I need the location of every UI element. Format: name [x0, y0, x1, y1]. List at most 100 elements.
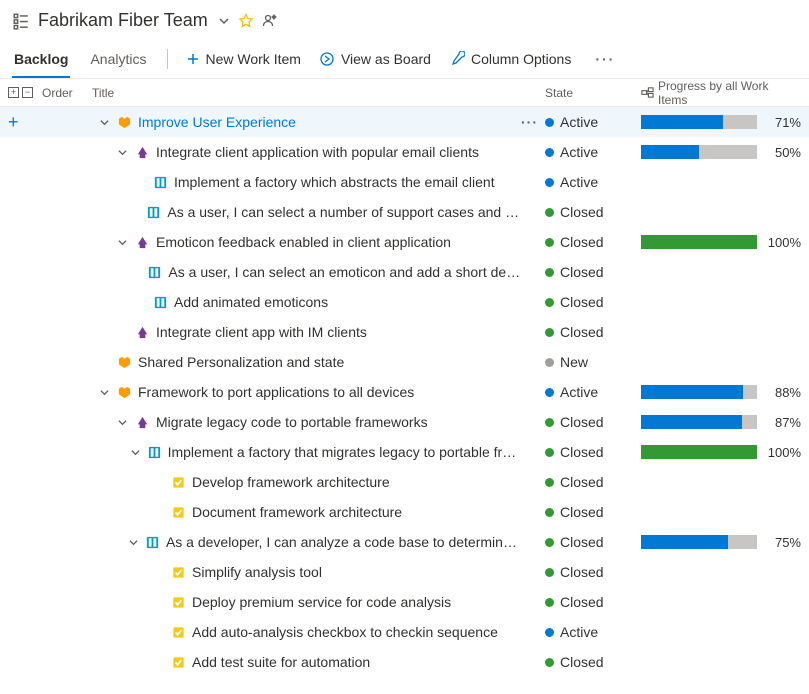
state-cell: Active [545, 384, 641, 400]
expander-icon[interactable] [116, 238, 128, 247]
work-item-row[interactable]: As a developer, I can analyze a code bas… [0, 527, 809, 557]
progress-bar [641, 415, 757, 429]
feature-icon [134, 235, 150, 250]
state-label: Active [560, 114, 598, 130]
col-state[interactable]: State [545, 86, 641, 100]
more-actions-button[interactable]: ··· [589, 51, 621, 67]
state-dot-icon [545, 508, 554, 517]
progress-percent: 100% [763, 235, 801, 250]
column-options-button[interactable]: Column Options [449, 51, 571, 67]
add-child-icon[interactable]: + [8, 112, 19, 133]
work-item-title[interactable]: As a user, I can select an emoticon and … [168, 264, 521, 280]
row-more-actions[interactable]: ··· [521, 114, 545, 130]
state-cell: Active [545, 144, 641, 160]
state-label: Closed [560, 444, 604, 460]
work-item-title[interactable]: Implement a factory that migrates legacy… [168, 444, 521, 460]
expander-icon[interactable] [129, 538, 139, 547]
work-item-title[interactable]: Implement a factory which abstracts the … [174, 174, 495, 190]
work-item-title[interactable]: As a user, I can select a number of supp… [167, 204, 521, 220]
team-dropdown-chevron[interactable] [218, 15, 230, 27]
state-dot-icon [545, 238, 554, 247]
epic-icon [116, 115, 132, 130]
state-cell: New [545, 354, 641, 370]
expander-icon[interactable] [130, 448, 141, 457]
expand-collapse-all[interactable]: + − [8, 87, 42, 98]
work-item-title[interactable]: Simplify analysis tool [192, 564, 322, 580]
work-item-title[interactable]: Integrate client application with popula… [156, 144, 479, 160]
state-label: Closed [560, 534, 604, 550]
work-item-row[interactable]: Emoticon feedback enabled in client appl… [0, 227, 809, 257]
state-cell: Closed [545, 414, 641, 430]
task-icon [170, 655, 186, 670]
favorite-star-icon[interactable] [238, 13, 254, 29]
state-cell: Closed [545, 534, 641, 550]
work-item-row[interactable]: Document framework architectureClosed [0, 497, 809, 527]
work-item-row[interactable]: Add auto-analysis checkbox to checkin se… [0, 617, 809, 647]
state-dot-icon [545, 328, 554, 337]
work-item-title[interactable]: As a developer, I can analyze a code bas… [166, 534, 521, 550]
col-title[interactable]: Title [92, 86, 545, 100]
column-headers: + − Order Title State Progress by all Wo… [0, 79, 809, 107]
work-item-title[interactable]: Develop framework architecture [192, 474, 390, 490]
col-order[interactable]: Order [42, 86, 92, 100]
work-item-row[interactable]: As a user, I can select an emoticon and … [0, 257, 809, 287]
work-item-row[interactable]: Shared Personalization and state New [0, 347, 809, 377]
work-item-row[interactable]: As a user, I can select a number of supp… [0, 197, 809, 227]
state-cell: Active [545, 114, 641, 130]
work-item-row[interactable]: +Improve User Experience···Active71% [0, 107, 809, 137]
work-item-title[interactable]: Document framework architecture [192, 504, 402, 520]
progress-percent: 88% [763, 385, 801, 400]
team-members-icon[interactable] [262, 13, 278, 29]
tab-analytics[interactable]: Analytics [88, 41, 148, 77]
expander-icon[interactable] [98, 388, 110, 397]
state-cell: Closed [545, 294, 641, 310]
work-item-title[interactable]: Framework to port applications to all de… [138, 384, 414, 400]
work-item-title[interactable]: Improve User Experience [138, 114, 296, 130]
feature-icon [134, 325, 150, 340]
state-cell: Closed [545, 264, 641, 280]
work-item-row[interactable]: Develop framework architecture Closed [0, 467, 809, 497]
work-item-row[interactable]: Integrate client app with IM clientsClos… [0, 317, 809, 347]
task-icon [170, 475, 186, 490]
work-item-row[interactable]: Implement a factory which abstracts the … [0, 167, 809, 197]
backlog-header-icon [12, 12, 30, 30]
feature-icon [134, 415, 150, 430]
work-item-row[interactable]: Framework to port applications to all de… [0, 377, 809, 407]
expander-icon[interactable] [98, 118, 110, 127]
work-item-title[interactable]: Add animated emoticons [174, 294, 328, 310]
work-item-row[interactable]: Add animated emoticons Closed [0, 287, 809, 317]
work-item-title[interactable]: Shared Personalization and state [138, 354, 344, 370]
team-title[interactable]: Fabrikam Fiber Team [38, 10, 208, 31]
work-item-title[interactable]: Add test suite for automation [192, 654, 370, 670]
state-dot-icon [545, 208, 554, 217]
work-item-title[interactable]: Emoticon feedback enabled in client appl… [156, 234, 451, 250]
work-item-row[interactable]: Integrate client application with popula… [0, 137, 809, 167]
work-item-row[interactable]: Migrate legacy code to portable framewor… [0, 407, 809, 437]
col-progress[interactable]: Progress by all Work Items [641, 79, 801, 107]
state-dot-icon [545, 598, 554, 607]
work-item-row[interactable]: Simplify analysis toolClosed [0, 557, 809, 587]
pbi-icon [146, 205, 161, 220]
work-item-row[interactable]: Implement a factory that migrates legacy… [0, 437, 809, 467]
state-dot-icon [545, 568, 554, 577]
work-item-title[interactable]: Integrate client app with IM clients [156, 324, 367, 340]
expand-all-icon: + [8, 87, 19, 98]
work-item-title[interactable]: Deploy premium service for code analysis [192, 594, 451, 610]
task-icon [170, 595, 186, 610]
new-work-item-button[interactable]: New Work Item [186, 51, 301, 67]
expander-icon[interactable] [116, 148, 128, 157]
task-icon [170, 505, 186, 520]
col-progress-label: Progress by all Work Items [658, 79, 801, 107]
pbi-icon [147, 265, 162, 280]
state-label: Closed [560, 474, 604, 490]
epic-icon [116, 355, 132, 370]
plus-icon [186, 52, 200, 66]
tab-backlog[interactable]: Backlog [12, 41, 70, 77]
work-item-title[interactable]: Migrate legacy code to portable framewor… [156, 414, 428, 430]
view-as-board-button[interactable]: View as Board [319, 51, 431, 67]
work-item-row[interactable]: Add test suite for automationClosed [0, 647, 809, 677]
work-item-row[interactable]: Deploy premium service for code analysis… [0, 587, 809, 617]
expander-icon[interactable] [116, 418, 128, 427]
backlog-rows: +Improve User Experience···Active71%Inte… [0, 107, 809, 677]
work-item-title[interactable]: Add auto-analysis checkbox to checkin se… [192, 624, 498, 640]
